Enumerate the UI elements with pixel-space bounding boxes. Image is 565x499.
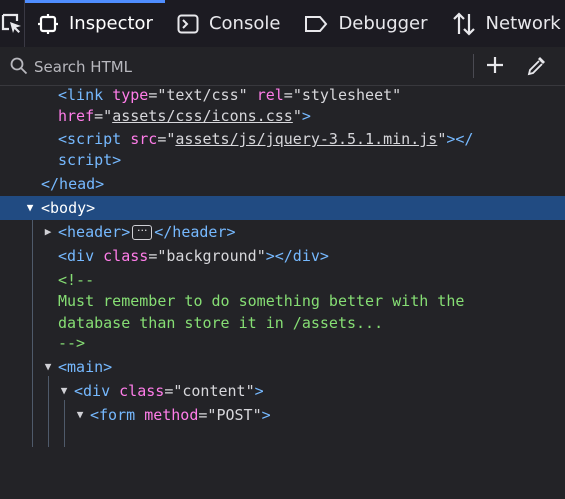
collapsed-arrow-icon[interactable]: ▶	[41, 220, 55, 244]
search-icon	[10, 57, 28, 75]
tab-console[interactable]: Console	[165, 0, 292, 47]
stylesheet-link[interactable]: assets/css/icons.css	[112, 107, 293, 125]
tab-network-label: Network	[485, 13, 561, 34]
console-icon	[177, 14, 199, 33]
plus-icon[interactable]	[484, 54, 506, 76]
tree-line-comment-close[interactable]: -->	[0, 331, 565, 355]
tree-line-content[interactable]: ▼ <div class="content">	[0, 379, 565, 403]
expanded-arrow-icon[interactable]: ▼	[57, 379, 71, 403]
tree-line-form[interactable]: ▼ <form method="POST">	[0, 403, 565, 427]
tree-line-comment-text[interactable]: Must remember to do something better wit…	[0, 289, 565, 313]
element-picker-button[interactable]	[0, 0, 25, 47]
markup-tree: <link type="text/css" rel="stylesheet" h…	[0, 86, 565, 447]
expanded-arrow-icon[interactable]: ▼	[23, 196, 37, 220]
devtools-toolbar: Inspector Console Debugger Network	[0, 0, 565, 48]
tree-line-script-close[interactable]: script>	[0, 148, 565, 172]
tree-line-main[interactable]: ▼ <main>	[0, 355, 565, 379]
network-icon	[452, 11, 475, 36]
search-divider	[473, 54, 474, 78]
tree-line-link-href[interactable]: href="assets/css/icons.css">	[0, 104, 565, 128]
tab-inspector-label: Inspector	[69, 13, 153, 34]
search-html-input[interactable]	[32, 55, 456, 79]
tab-inspector[interactable]: Inspector	[25, 0, 165, 47]
debugger-icon	[305, 15, 328, 32]
tree-line-div[interactable]: <div class="background"></div>	[0, 244, 565, 268]
expanded-arrow-icon[interactable]: ▼	[73, 403, 87, 427]
tab-debugger[interactable]: Debugger	[292, 0, 439, 47]
search-bar	[0, 47, 565, 86]
tree-line-head-close[interactable]: </head>	[0, 172, 565, 196]
tab-console-label: Console	[208, 13, 281, 34]
script-link[interactable]: assets/js/jquery-3.5.1.min.js	[175, 130, 437, 148]
expanded-arrow-icon[interactable]: ▼	[41, 355, 55, 379]
tree-line-header[interactable]: ▶ <header> ··· </header>	[0, 220, 565, 244]
inspector-icon	[38, 13, 58, 34]
tree-line-body[interactable]: ▼ <body>	[0, 196, 565, 220]
tab-network[interactable]: Network	[440, 0, 565, 47]
collapsed-content-badge[interactable]: ···	[132, 225, 153, 240]
tab-debugger-label: Debugger	[338, 13, 428, 34]
eyedropper-icon[interactable]	[526, 54, 548, 76]
element-picker-icon	[1, 13, 21, 33]
